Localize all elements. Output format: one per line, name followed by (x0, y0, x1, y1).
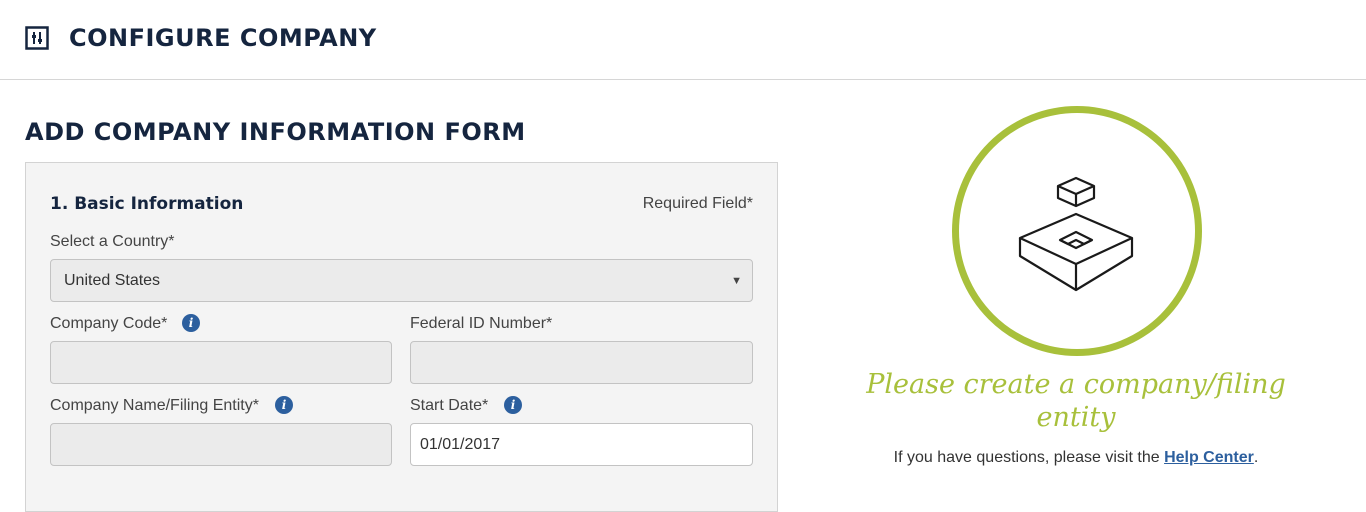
section-title: 1. Basic Information (50, 194, 244, 214)
settings-sliders-icon (25, 26, 49, 50)
company-code-input[interactable] (50, 341, 392, 384)
chevron-down-icon: ▼ (731, 275, 742, 287)
info-icon[interactable]: i (275, 396, 293, 414)
country-select-value: United States (64, 272, 161, 289)
federal-id-input[interactable] (410, 341, 753, 384)
help-text-suffix: . (1253, 449, 1259, 466)
page-header: CONFIGURE COMPANY (0, 0, 1366, 80)
info-icon[interactable]: i (182, 314, 200, 332)
country-label: Select a Country* (50, 233, 175, 250)
page-title: CONFIGURE COMPANY (69, 24, 377, 52)
required-field-note: Required Field* (642, 195, 753, 212)
help-text: If you have questions, please visit the … (826, 448, 1326, 468)
help-text-prefix: If you have questions, please visit the (893, 449, 1165, 466)
federal-id-label: Federal ID Number* (410, 315, 553, 332)
info-icon[interactable]: i (504, 396, 522, 414)
company-code-label: Company Code* (50, 315, 168, 332)
form-title: ADD COMPANY INFORMATION FORM (25, 118, 526, 146)
country-select[interactable]: United States ▼ (50, 259, 753, 302)
help-center-link[interactable]: Help Center (1164, 449, 1254, 466)
start-date-input[interactable] (410, 423, 753, 466)
box-placement-icon (1018, 176, 1134, 292)
empty-state-title: Please create a company/filing entity (866, 369, 1286, 433)
company-name-label: Company Name/Filing Entity* (50, 397, 259, 414)
start-date-label: Start Date* (410, 397, 489, 414)
company-name-input[interactable] (50, 423, 392, 466)
